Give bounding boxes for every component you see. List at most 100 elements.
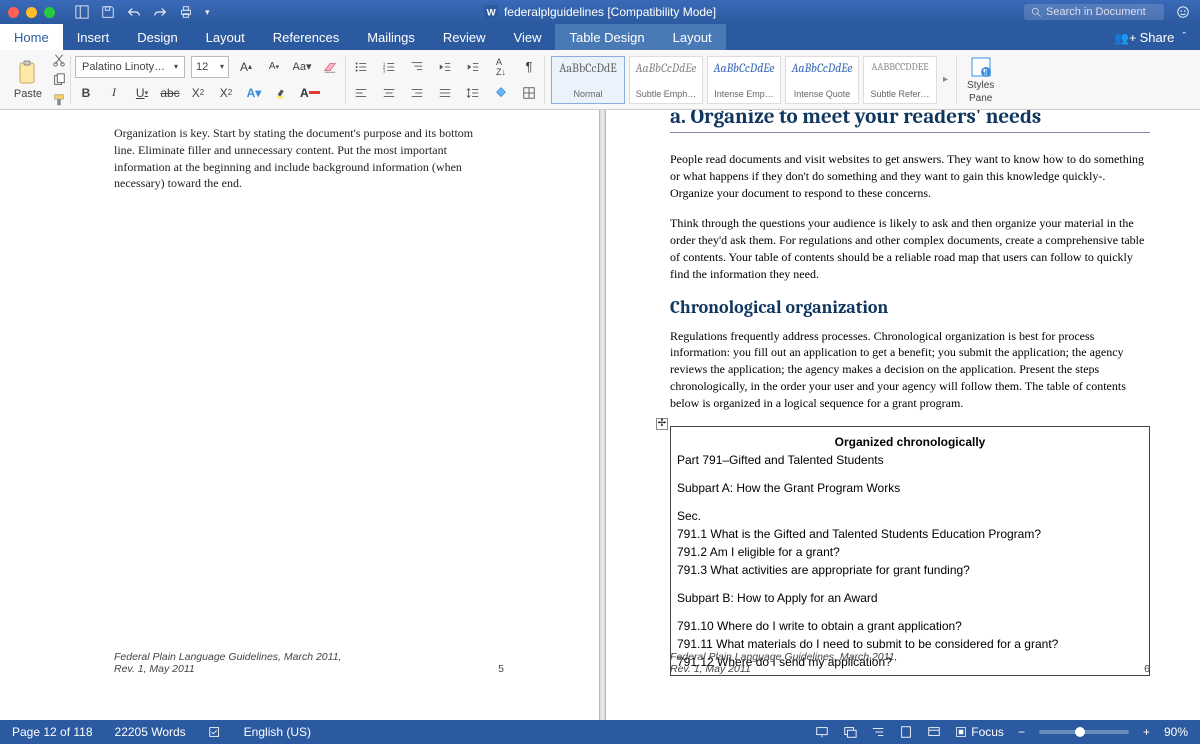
save-icon[interactable]: [101, 5, 115, 19]
style-intense-quote[interactable]: AaBbCcDdEe Intense Quote: [785, 56, 859, 104]
tab-layout[interactable]: Layout: [192, 24, 259, 50]
underline-icon[interactable]: U▾: [131, 82, 153, 104]
close-window[interactable]: [8, 7, 19, 18]
align-center-icon[interactable]: [378, 82, 400, 104]
bullets-icon[interactable]: [350, 56, 372, 78]
svg-text:¶: ¶: [983, 68, 987, 77]
word-icon: W: [484, 5, 498, 19]
style-subtle-emphasis[interactable]: AaBbCcDdEe Subtle Emph…: [629, 56, 703, 104]
tab-view[interactable]: View: [500, 24, 556, 50]
tab-table-design[interactable]: Table Design: [555, 24, 658, 50]
svg-text:3: 3: [383, 68, 386, 73]
undo-icon[interactable]: [127, 5, 141, 19]
titlebar: ▾ W federalplguidelines [Compatibility M…: [0, 0, 1200, 24]
styles-more-icon[interactable]: ▸: [939, 74, 952, 85]
style-intense-emphasis[interactable]: AaBbCcDdEe Intense Emp…: [707, 56, 781, 104]
word-count[interactable]: 22205 Words: [115, 725, 186, 739]
body-text[interactable]: Organization is key. Start by stating th…: [114, 125, 496, 192]
collapse-ribbon-icon[interactable]: ˆ: [1182, 31, 1186, 43]
zoom-level[interactable]: 90%: [1164, 725, 1188, 739]
tab-insert[interactable]: Insert: [63, 24, 124, 50]
clear-format-icon[interactable]: [319, 56, 341, 78]
borders-icon[interactable]: [518, 82, 540, 104]
para3[interactable]: Regulations frequently address processes…: [670, 328, 1150, 412]
tab-mailings[interactable]: Mailings: [353, 24, 429, 50]
zoom-slider[interactable]: [1039, 730, 1129, 734]
focus-button[interactable]: Focus: [955, 725, 1004, 739]
shading-icon[interactable]: [490, 82, 512, 104]
text-effects-icon[interactable]: A▾: [243, 82, 265, 104]
status-bar: Page 12 of 118 22205 Words English (US) …: [0, 720, 1200, 744]
zoom-out[interactable]: −: [1018, 725, 1025, 739]
sort-icon[interactable]: AZ↓: [490, 56, 512, 78]
tab-references[interactable]: References: [259, 24, 353, 50]
document-canvas[interactable]: Organization is key. Start by stating th…: [0, 110, 1200, 720]
comments-icon[interactable]: [843, 725, 857, 739]
styles-pane-label2: Pane: [969, 93, 992, 104]
copy-icon[interactable]: [52, 73, 66, 87]
multilevel-list-icon[interactable]: [406, 56, 428, 78]
view-outline-icon[interactable]: [871, 725, 885, 739]
heading-a[interactable]: a. Organize to meet your readers' needs: [670, 110, 1150, 133]
subscript-icon[interactable]: X2: [187, 82, 209, 104]
spellcheck-icon[interactable]: [208, 725, 222, 739]
italic-icon[interactable]: I: [103, 82, 125, 104]
dropdown-icon[interactable]: ▾: [205, 7, 210, 18]
style-normal[interactable]: AaBbCcDdE Normal: [551, 56, 625, 104]
page-footer: Federal Plain Language Guidelines, March…: [670, 651, 1150, 675]
align-left-icon[interactable]: [350, 82, 372, 104]
search-box[interactable]: Search in Document: [1024, 4, 1164, 20]
svg-text:W: W: [487, 8, 497, 19]
paste-label[interactable]: Paste: [14, 88, 42, 100]
page-right: a. Organize to meet your readers' needs …: [605, 110, 1200, 720]
decrease-indent-icon[interactable]: [434, 56, 456, 78]
ribbon: Paste Palatino Linoty…▾ 12▾ A▴ A▾ Aa▾ B …: [0, 50, 1200, 110]
search-placeholder: Search in Document: [1046, 6, 1146, 18]
tab-table-layout[interactable]: Layout: [659, 24, 726, 50]
view-print-icon[interactable]: [899, 725, 913, 739]
justify-icon[interactable]: [434, 82, 456, 104]
tab-review[interactable]: Review: [429, 24, 500, 50]
print-icon[interactable]: [179, 5, 193, 19]
showmarks-icon[interactable]: ¶: [518, 56, 540, 78]
zoom-window[interactable]: [44, 7, 55, 18]
bold-icon[interactable]: B: [75, 82, 97, 104]
table-anchor-icon[interactable]: ✢: [656, 418, 668, 430]
superscript-icon[interactable]: X2: [215, 82, 237, 104]
cut-icon[interactable]: [52, 53, 66, 67]
highlight-icon[interactable]: [271, 82, 293, 104]
share-button[interactable]: 👥+ Share: [1114, 30, 1174, 45]
redo-icon[interactable]: [153, 5, 167, 19]
para2[interactable]: Think through the questions your audienc…: [670, 215, 1150, 282]
page-left: Organization is key. Start by stating th…: [0, 110, 600, 720]
paste-icon[interactable]: [17, 60, 39, 86]
tab-design[interactable]: Design: [123, 24, 191, 50]
numbering-icon[interactable]: 123: [378, 56, 400, 78]
line-spacing-icon[interactable]: [462, 82, 484, 104]
grow-font-icon[interactable]: A▴: [235, 56, 257, 78]
para1[interactable]: People read documents and visit websites…: [670, 151, 1150, 201]
notes-icon[interactable]: [815, 725, 829, 739]
table-organized[interactable]: Organized chronologically Part 791–Gifte…: [670, 426, 1150, 676]
change-case-icon[interactable]: Aa▾: [291, 56, 313, 78]
font-color-icon[interactable]: A: [299, 82, 321, 104]
ribbon-tabs: Home Insert Design Layout References Mai…: [0, 24, 1200, 50]
font-family-select[interactable]: Palatino Linoty…▾: [75, 56, 185, 78]
page-indicator[interactable]: Page 12 of 118: [12, 725, 93, 739]
view-web-icon[interactable]: [927, 725, 941, 739]
align-right-icon[interactable]: [406, 82, 428, 104]
smiley-icon[interactable]: [1176, 5, 1190, 19]
increase-indent-icon[interactable]: [462, 56, 484, 78]
tab-home[interactable]: Home: [0, 24, 63, 50]
font-size-select[interactable]: 12▾: [191, 56, 229, 78]
strikethrough-icon[interactable]: abc: [159, 82, 181, 104]
language[interactable]: English (US): [244, 725, 311, 739]
style-subtle-reference[interactable]: AABBCCDDEE Subtle Refer…: [863, 56, 937, 104]
styles-pane-icon[interactable]: ¶: [970, 56, 992, 78]
heading-chrono[interactable]: Chronological organization: [670, 297, 1150, 318]
minimize-window[interactable]: [26, 7, 37, 18]
zoom-in[interactable]: +: [1143, 725, 1150, 739]
shrink-font-icon[interactable]: A▾: [263, 56, 285, 78]
layout-icon[interactable]: [75, 5, 89, 19]
format-painter-icon[interactable]: [52, 93, 66, 107]
